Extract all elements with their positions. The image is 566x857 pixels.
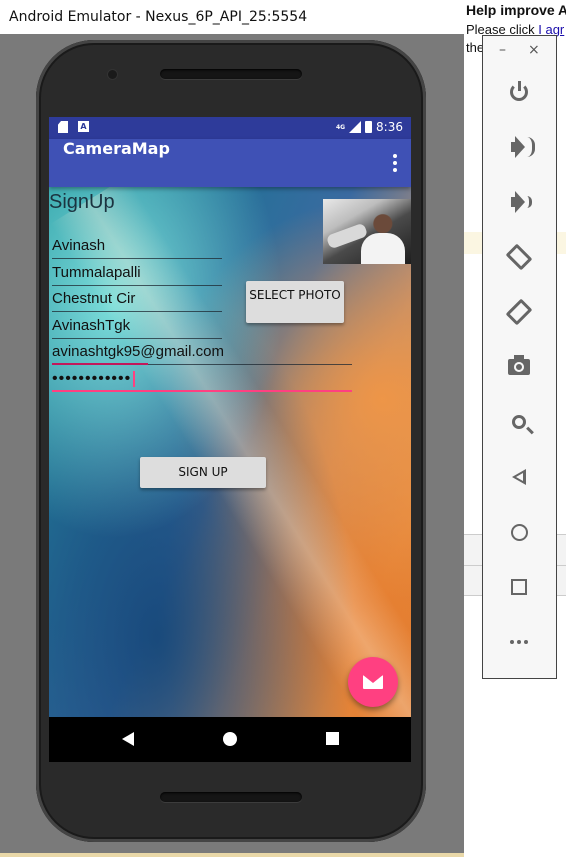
volume-up-icon (511, 137, 535, 157)
volume-down-button[interactable] (501, 184, 537, 220)
profile-photo (323, 199, 411, 264)
close-button[interactable]: × (528, 42, 540, 58)
zoom-button[interactable] (501, 404, 537, 440)
volume-down-icon (511, 196, 532, 208)
signal-icon (349, 121, 362, 133)
notification-a-icon: A (78, 121, 89, 132)
earpiece-speaker (160, 69, 302, 79)
email-fab[interactable] (348, 657, 398, 707)
front-camera (108, 70, 117, 79)
network-type: 4G (335, 123, 346, 131)
password-field[interactable]: •••••••••••• (52, 368, 352, 392)
minimize-button[interactable]: – (499, 42, 506, 58)
overflow-menu-icon[interactable] (393, 154, 397, 172)
home-button[interactable] (501, 514, 537, 550)
screenshot-button[interactable] (501, 349, 537, 385)
more-icon (510, 640, 528, 644)
back-icon (512, 469, 526, 485)
phone-frame: A 4G 8:36 CameraMap SignUp Avinash Tumma… (36, 40, 426, 842)
rotate-right-icon (505, 298, 533, 326)
navigation-bar (49, 717, 411, 762)
overview-icon (511, 579, 527, 595)
battery-icon (365, 121, 373, 133)
volume-up-button[interactable] (501, 129, 537, 165)
device-screen: A 4G 8:36 CameraMap SignUp Avinash Tumma… (49, 117, 411, 762)
rotate-left-icon (505, 243, 533, 271)
camera-icon (508, 355, 530, 375)
emulator-toolbar: – × (482, 35, 557, 679)
overview-button[interactable] (501, 569, 537, 605)
app-title: CameraMap (63, 139, 170, 158)
rotate-right-button[interactable] (501, 294, 537, 330)
app-bar: CameraMap (49, 139, 411, 187)
clock: 8:36 (376, 120, 403, 134)
power-icon (510, 81, 528, 101)
status-bar: A 4G 8:36 (49, 117, 411, 139)
text-cursor (133, 371, 135, 388)
last-name-field[interactable]: Tummalapalli (52, 262, 222, 286)
more-button[interactable] (501, 624, 537, 660)
signup-heading: SignUp (49, 191, 115, 213)
email-field[interactable]: avinashtgk95@gmail.com (52, 341, 352, 365)
home-icon (510, 523, 528, 541)
zoom-icon (512, 415, 526, 429)
mail-icon (363, 675, 383, 689)
back-button[interactable] (501, 459, 537, 495)
username-field[interactable]: AvinashTgk (52, 315, 222, 339)
select-photo-button[interactable]: SELECT PHOTO (246, 281, 344, 323)
bottom-speaker (160, 792, 302, 802)
signup-button[interactable]: SIGN UP (140, 457, 266, 488)
rotate-left-button[interactable] (501, 239, 537, 275)
sd-card-icon (58, 121, 68, 133)
emulator-window: Android Emulator - Nexus_6P_API_25:5554 … (0, 0, 464, 857)
power-button[interactable] (501, 74, 537, 110)
window-bottom-strip (0, 853, 464, 857)
email-spellcheck-underline (52, 363, 148, 365)
street-field[interactable]: Chestnut Cir (52, 288, 222, 312)
window-title[interactable]: Android Emulator - Nexus_6P_API_25:5554 (0, 0, 464, 34)
nav-recents-icon[interactable] (326, 732, 339, 745)
first-name-field[interactable]: Avinash (52, 235, 222, 259)
background-heading: Help improve A (466, 2, 566, 18)
signup-screen: SignUp Avinash Tummalapalli Chestnut Cir… (49, 187, 411, 717)
nav-home-icon[interactable] (223, 732, 237, 746)
nav-back-icon[interactable] (122, 732, 134, 746)
